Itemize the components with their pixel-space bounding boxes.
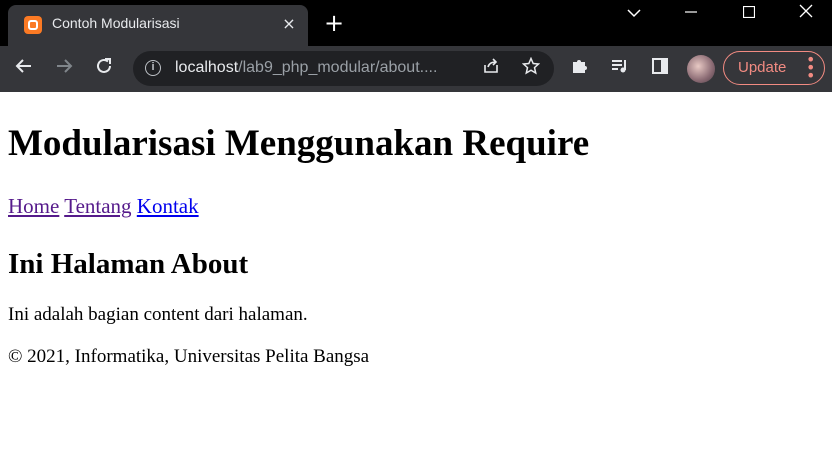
browser-title-bar: Contoh Modularisasi × + bbox=[0, 0, 832, 46]
profile-avatar[interactable] bbox=[687, 55, 715, 83]
nav-link-home[interactable]: Home bbox=[8, 194, 59, 218]
update-label: Update bbox=[738, 59, 787, 76]
minimize-icon[interactable] bbox=[663, 0, 719, 30]
forward-arrow-icon[interactable] bbox=[52, 57, 76, 81]
tab-title: Contoh Modularisasi bbox=[52, 15, 180, 31]
bookmark-star-icon[interactable] bbox=[519, 56, 543, 81]
address-host: localhost bbox=[175, 59, 239, 76]
address-url: localhost/lab9_php_modular/about.... bbox=[175, 59, 437, 77]
address-path: /lab9_php_modular/about.... bbox=[238, 59, 438, 76]
section-heading: Ini Halaman About bbox=[8, 248, 249, 280]
browser-toolbar: i localhost/lab9_php_modular/about.... U… bbox=[0, 46, 832, 92]
update-button[interactable]: Update • • • bbox=[723, 51, 825, 85]
new-tab-icon[interactable]: + bbox=[322, 11, 346, 36]
xampp-favicon-icon bbox=[24, 16, 42, 34]
side-panel-icon[interactable] bbox=[648, 57, 672, 81]
browser-tab[interactable]: Contoh Modularisasi × bbox=[8, 5, 308, 46]
address-bar[interactable]: i localhost/lab9_php_modular/about.... bbox=[133, 51, 554, 86]
nav-link-tentang[interactable]: Tentang bbox=[64, 194, 131, 218]
maximize-icon[interactable] bbox=[721, 0, 777, 30]
site-info-icon[interactable]: i bbox=[145, 60, 161, 76]
nav-link-kontak[interactable]: Kontak bbox=[137, 194, 199, 218]
page-title: Modularisasi Menggunakan Require bbox=[8, 123, 590, 164]
close-window-icon[interactable] bbox=[778, 0, 832, 30]
footer-text: © 2021, Informatika, Universitas Pelita … bbox=[8, 346, 370, 367]
back-arrow-icon[interactable] bbox=[12, 57, 36, 81]
media-queue-icon[interactable] bbox=[608, 57, 632, 81]
content-paragraph: Ini adalah bagian content dari halaman. bbox=[8, 304, 308, 325]
tab-search-chevron-icon[interactable] bbox=[606, 0, 662, 30]
share-icon[interactable] bbox=[479, 57, 503, 81]
more-menu-icon[interactable]: • • • bbox=[806, 52, 815, 84]
extensions-puzzle-icon[interactable] bbox=[568, 57, 592, 81]
reload-icon[interactable] bbox=[92, 57, 116, 81]
nav-menu: Home Tentang Kontak bbox=[8, 194, 824, 218]
tab-close-icon[interactable]: × bbox=[280, 15, 298, 33]
page-content: Modularisasi Menggunakan Require Home Te… bbox=[8, 92, 824, 368]
